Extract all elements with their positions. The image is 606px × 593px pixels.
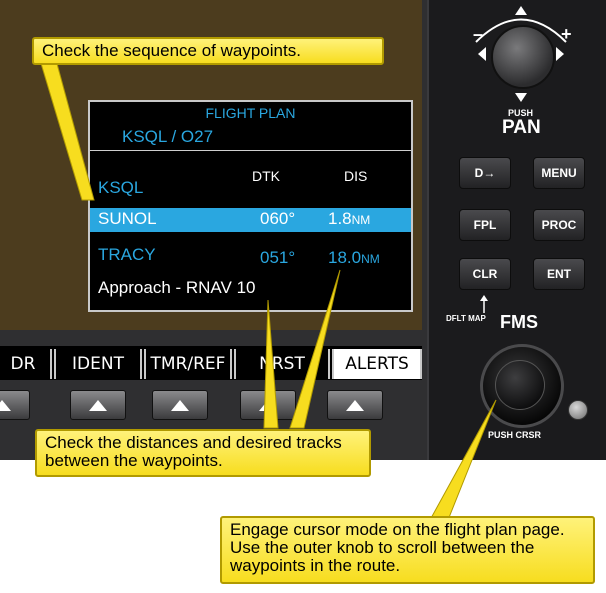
callout-cursor-mode: Engage cursor mode on the flight plan pa… bbox=[220, 516, 595, 584]
callout-distances: Check the distances and desired tracks b… bbox=[35, 429, 371, 477]
callout-sequence: Check the sequence of waypoints. bbox=[32, 37, 384, 65]
callout-leaders bbox=[39, 59, 497, 521]
